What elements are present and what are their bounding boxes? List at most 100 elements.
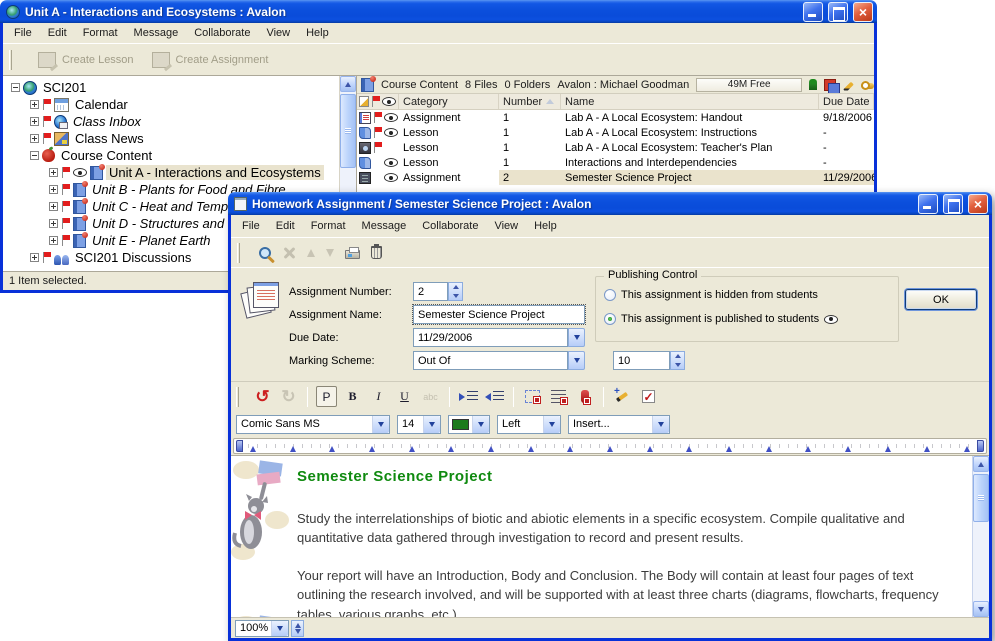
tree-item-calendar[interactable]: Calendar [3, 96, 339, 113]
next-item-icon[interactable] [326, 249, 334, 257]
scroll-down-button[interactable] [973, 601, 989, 617]
font-color-select[interactable] [448, 415, 490, 434]
close-button[interactable]: × [968, 194, 988, 214]
menu-edit[interactable]: Edit [40, 25, 75, 41]
scroll-up-button[interactable] [973, 456, 989, 472]
number-spinner[interactable] [448, 282, 463, 301]
assignment-number-value[interactable]: 2 [413, 282, 448, 301]
tree-item-course-content[interactable]: Course Content [3, 147, 339, 164]
checkbox-button[interactable]: ✓ [638, 386, 659, 407]
scroll-up-button[interactable] [340, 76, 356, 92]
scroll-thumb[interactable] [340, 94, 356, 168]
assignment-number-field[interactable]: 2 [413, 282, 463, 301]
assignment-name-value[interactable]: Semester Science Project [413, 305, 585, 324]
scroll-thumb[interactable] [973, 474, 989, 522]
chevron-down-icon[interactable] [543, 416, 560, 433]
table-row-lab-a-a-local-ecosystem-teacher-s-plan[interactable]: Lesson1Lab A - A Local Ecosystem: Teache… [357, 140, 874, 155]
marking-scheme-field[interactable]: Out Of [413, 351, 585, 370]
menu-view[interactable]: View [486, 218, 526, 234]
menu-help[interactable]: Help [526, 218, 565, 234]
print-icon[interactable] [345, 250, 360, 259]
outdent-button[interactable] [484, 386, 505, 407]
right-margin-marker[interactable] [977, 440, 984, 452]
chevron-down-icon[interactable] [652, 416, 669, 433]
menu-collaborate[interactable]: Collaborate [414, 218, 486, 234]
maximize-button[interactable] [828, 2, 848, 22]
radio-published-option[interactable]: This assignment is published to students [604, 313, 838, 325]
underline-button[interactable]: U [394, 386, 415, 407]
marking-points-field[interactable]: 10 [613, 351, 685, 370]
table-row-lab-a-a-local-ecosystem-handout[interactable]: Assignment1Lab A - A Local Ecosystem: Ha… [357, 110, 874, 125]
person-icon[interactable] [809, 79, 817, 90]
menu-message[interactable]: Message [126, 25, 187, 41]
collapse-icon[interactable] [30, 151, 39, 160]
redo-icon[interactable]: ↻ [278, 386, 299, 407]
back-titlebar[interactable]: Unit A - Interactions and Ecosystems : A… [0, 0, 877, 23]
marking-points-value[interactable]: 10 [613, 351, 670, 370]
indent-button[interactable] [458, 386, 479, 407]
assignment-name-field[interactable]: Semester Science Project [413, 305, 585, 324]
expand-icon[interactable] [30, 253, 39, 262]
menu-file[interactable]: File [234, 218, 268, 234]
form-field-button[interactable] [522, 386, 543, 407]
expand-icon[interactable] [49, 219, 58, 228]
header-name[interactable]: Name [561, 94, 819, 109]
collapse-icon[interactable] [11, 83, 20, 92]
pages-icon[interactable] [824, 79, 836, 91]
required-field-button[interactable] [574, 386, 595, 407]
pencil-icon[interactable] [843, 81, 854, 92]
key-icon[interactable] [861, 83, 874, 89]
editor-scrollbar[interactable] [972, 456, 989, 617]
header-icon-column[interactable] [357, 94, 399, 109]
table-row-interactions-and-interdependencies[interactable]: Lesson1Interactions and Interdependencie… [357, 155, 874, 170]
minimize-button[interactable] [918, 194, 938, 214]
tree-item-class-inbox[interactable]: Class Inbox [3, 113, 339, 130]
menu-file[interactable]: File [6, 25, 40, 41]
previous-item-icon[interactable] [307, 249, 315, 257]
chevron-down-icon[interactable] [568, 328, 585, 347]
chevron-down-icon[interactable] [472, 416, 489, 433]
expand-icon[interactable] [30, 117, 39, 126]
maximize-button[interactable] [943, 194, 963, 214]
tree-item-unit-a-interactions-and-ecosystems[interactable]: Unit A - Interactions and Ecosystems [3, 164, 339, 181]
expand-icon[interactable] [30, 100, 39, 109]
delete-icon[interactable] [371, 246, 382, 259]
italic-button[interactable]: I [368, 386, 389, 407]
table-row-lab-a-a-local-ecosystem-instructions[interactable]: Lesson1Lab A - A Local Ecosystem: Instru… [357, 125, 874, 140]
left-margin-marker[interactable] [236, 440, 243, 452]
table-row-semester-science-project[interactable]: Assignment2Semester Science Project11/29… [357, 170, 874, 185]
expand-icon[interactable] [49, 236, 58, 245]
strikethrough-button[interactable]: abc [420, 386, 441, 407]
font-size-select[interactable]: 14 [397, 415, 441, 434]
front-titlebar[interactable]: Homework Assignment / Semester Science P… [228, 192, 992, 215]
menu-collaborate[interactable]: Collaborate [186, 25, 258, 41]
tree-item-class-news[interactable]: Class News [3, 130, 339, 147]
toolbar-grip[interactable] [236, 387, 239, 407]
due-date-field[interactable]: 11/29/2006 [413, 328, 585, 347]
list-field-button[interactable] [548, 386, 569, 407]
radio-icon[interactable] [604, 289, 616, 301]
align-select[interactable]: Left [497, 415, 561, 434]
radio-hidden-option[interactable]: This assignment is hidden from students [604, 289, 818, 301]
font-family-select[interactable]: Comic Sans MS [236, 415, 390, 434]
menu-message[interactable]: Message [354, 218, 415, 234]
toolbar-grip[interactable] [9, 50, 12, 70]
chevron-down-icon[interactable] [568, 351, 585, 370]
tools-icon[interactable] [282, 246, 296, 260]
zoom-select[interactable]: 100% [235, 620, 289, 637]
expand-icon[interactable] [49, 202, 58, 211]
bold-button[interactable]: B [342, 386, 363, 407]
header-category[interactable]: Category [399, 94, 499, 109]
due-date-value[interactable]: 11/29/2006 [413, 328, 568, 347]
header-due-date[interactable]: Due Date [819, 94, 874, 109]
ok-button[interactable]: OK [905, 289, 977, 310]
toolbar-grip[interactable] [237, 243, 240, 263]
menu-help[interactable]: Help [298, 25, 337, 41]
signature-button[interactable] [612, 386, 633, 407]
menu-view[interactable]: View [258, 25, 298, 41]
close-button[interactable]: × [853, 2, 873, 22]
tree-item-sci201[interactable]: SCI201 [3, 79, 339, 96]
chevron-down-icon[interactable] [372, 416, 389, 433]
header-number[interactable]: Number [499, 94, 561, 109]
insert-select[interactable]: Insert... [568, 415, 670, 434]
